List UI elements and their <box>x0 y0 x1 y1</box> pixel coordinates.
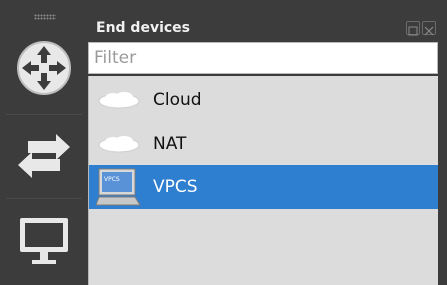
routers-button[interactable] <box>8 24 80 112</box>
list-item-vpcs[interactable]: VPCS VPCS <box>89 165 438 209</box>
float-icon <box>408 26 418 36</box>
end-devices-dock: End devices Cloud <box>88 0 447 285</box>
vpcs-computer-icon: VPCS <box>95 167 143 207</box>
float-dock-button[interactable] <box>406 21 420 36</box>
filter-input[interactable] <box>88 42 438 74</box>
vpcs-icon-text: VPCS <box>104 176 120 183</box>
router-icon <box>17 41 71 95</box>
list-item-nat[interactable]: NAT <box>89 122 438 166</box>
device-label: NAT <box>153 134 187 154</box>
list-item-cloud[interactable]: Cloud <box>89 78 438 122</box>
monitor-icon <box>20 218 68 264</box>
device-list: Cloud NAT VPCS VPCS <box>88 76 438 285</box>
close-icon <box>424 26 434 36</box>
dock-title: End devices <box>96 20 190 36</box>
switch-arrows-icon <box>18 134 70 178</box>
device-toolbar <box>0 0 88 285</box>
device-label: Cloud <box>153 90 202 110</box>
gns3-window: End devices Cloud <box>0 0 447 285</box>
cloud-icon <box>95 124 143 164</box>
device-label: VPCS <box>153 177 198 197</box>
switches-button[interactable] <box>8 112 80 200</box>
toolbar-grip-handle[interactable] <box>34 14 56 20</box>
close-dock-button[interactable] <box>422 21 436 36</box>
cloud-icon <box>95 80 143 120</box>
end-devices-button[interactable] <box>8 196 80 284</box>
